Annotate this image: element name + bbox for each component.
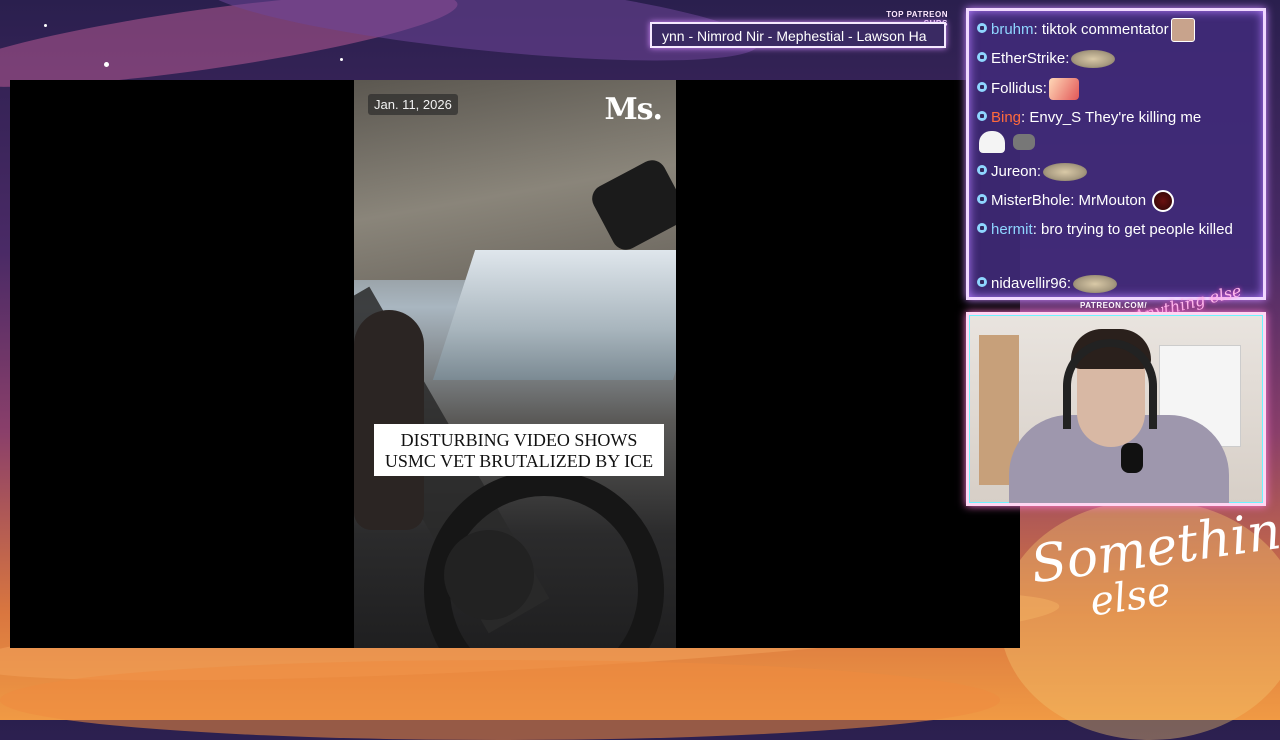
headline-line-1: DISTURBING VIDEO SHOWS <box>400 430 638 450</box>
ms-logo: Ms. <box>604 92 663 127</box>
chat-username[interactable]: MisterBhole <box>991 192 1070 209</box>
driver-silhouette <box>354 310 424 530</box>
video-player[interactable]: Jan. 11, 2026 Ms. DISTURBING VIDEO SHOWS… <box>10 80 1020 648</box>
chat-bubble-icon <box>977 52 987 62</box>
chat-username[interactable]: nidavellir96 <box>991 275 1067 292</box>
chat-text: MrMouton <box>1078 192 1147 209</box>
brand-line-2: else <box>1087 568 1174 626</box>
headset-icon <box>1063 339 1157 429</box>
saucer-emote-icon <box>1073 275 1118 294</box>
saucer-emote-icon <box>1071 50 1116 69</box>
patreon-subs-names: ynn - Nimrod Nir - Mephestial - Lawson H… <box>662 28 927 44</box>
microphone-icon <box>1121 443 1143 473</box>
background-streak <box>0 660 1000 740</box>
video-content: Jan. 11, 2026 Ms. DISTURBING VIDEO SHOWS… <box>354 80 676 648</box>
chat-bubble-icon <box>977 111 987 121</box>
ball-emote-icon <box>1152 190 1175 213</box>
chat-text: Envy_S They're killing me <box>1029 109 1202 126</box>
chat-bubble-icon <box>977 23 987 33</box>
chat-message: MisterBhole: MrMouton <box>977 189 1257 213</box>
chat-username[interactable]: Follidus <box>991 80 1043 97</box>
chat-message: EtherStrike: <box>977 47 1257 71</box>
chat-bubble-icon <box>977 194 987 204</box>
chat-message: Follidus: <box>977 77 1257 101</box>
ghost-emote-icon <box>979 131 1005 154</box>
steering-wheel-hub <box>444 530 534 620</box>
saucer-emote-icon <box>1043 163 1088 182</box>
chat-username[interactable]: bruhm <box>991 21 1034 38</box>
chat-bubble-icon <box>977 165 987 175</box>
chat-panel[interactable]: bruhm: tiktok commentator EtherStrike: F… <box>966 8 1266 300</box>
video-date: Jan. 11, 2026 <box>368 94 458 115</box>
star-icon <box>104 62 109 67</box>
webcam-feed <box>966 312 1266 506</box>
chat-bubble-icon <box>977 223 987 233</box>
chat-message: Jureon: <box>977 160 1257 184</box>
chat-username[interactable]: Jureon <box>991 163 1037 180</box>
chat-message: Bing: Envy_S They're killing me <box>977 106 1257 154</box>
video-headline: DISTURBING VIDEO SHOWS USMC VET BRUTALIZ… <box>374 424 664 476</box>
chat-username[interactable]: Bing <box>991 109 1021 126</box>
chat-username[interactable]: hermit <box>991 221 1033 238</box>
something-else-brand: Something else <box>1027 496 1280 636</box>
headline-line-2: USMC VET BRUTALIZED BY ICE <box>384 451 654 471</box>
chat-username[interactable]: EtherStrike <box>991 50 1065 67</box>
anime-emote-icon <box>1048 78 1079 101</box>
chat-message: hermit: bro trying to get people killed <box>977 218 1257 242</box>
star-icon <box>44 24 47 27</box>
rock-emote-icon <box>1013 134 1035 151</box>
top-patreon-subs-ticker: ynn - Nimrod Nir - Mephestial - Lawson H… <box>650 22 946 48</box>
chat-text: tiktok commentator <box>1041 21 1169 38</box>
chat-message: bruhm: tiktok commentator <box>977 18 1257 43</box>
chat-bubble-icon <box>977 277 987 287</box>
face-emote-icon <box>1170 18 1195 43</box>
chat-bubble-icon <box>977 82 987 92</box>
chat-text: bro trying to get people killed <box>1041 221 1233 238</box>
star-icon <box>340 58 343 61</box>
windshield <box>432 250 676 380</box>
